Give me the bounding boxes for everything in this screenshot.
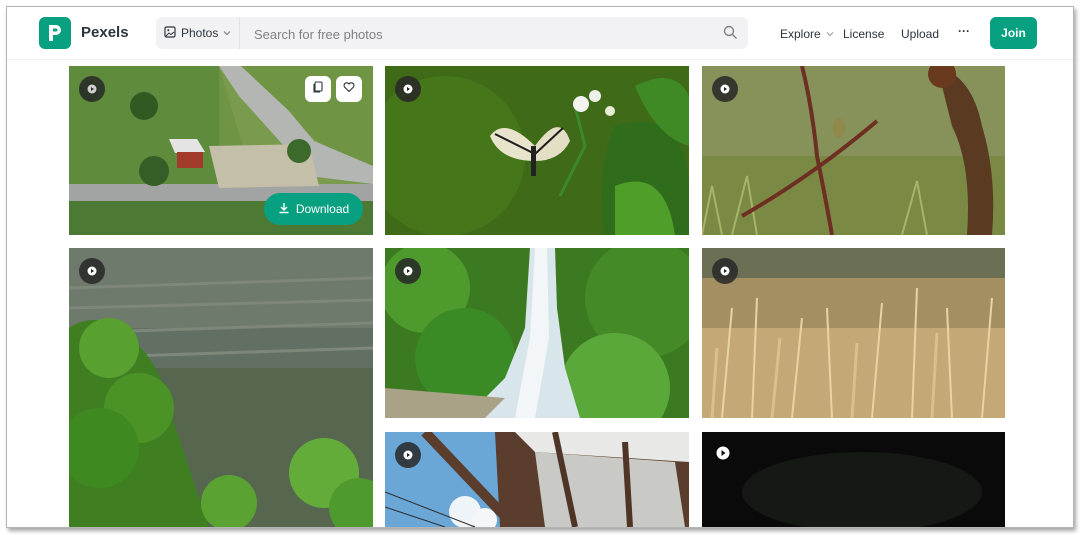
brand-name[interactable]: Pexels — [81, 24, 129, 41]
search-icon[interactable] — [723, 25, 738, 45]
chevron-down-icon — [826, 27, 834, 41]
gallery-tile[interactable] — [702, 248, 1005, 418]
download-button[interactable]: Download — [264, 193, 363, 225]
top-navbar: Pexels Photos Explore License U — [7, 7, 1073, 60]
download-icon — [278, 202, 290, 217]
tile-image — [702, 66, 1005, 235]
heart-icon — [343, 80, 355, 98]
nav-explore-label: Explore — [780, 27, 821, 41]
gallery-tile[interactable] — [69, 248, 373, 527]
play-icon — [395, 442, 421, 468]
chevron-down-icon — [223, 26, 231, 40]
image-icon — [164, 25, 176, 41]
search-input[interactable] — [246, 17, 716, 51]
tile-image — [702, 432, 1005, 527]
play-icon — [79, 258, 105, 284]
nav-upload[interactable]: Upload — [901, 27, 939, 41]
tile-image — [385, 432, 689, 527]
play-icon — [712, 258, 738, 284]
gallery-tile[interactable] — [385, 248, 689, 418]
collection-icon — [312, 80, 324, 98]
tile-image — [385, 66, 689, 235]
more-menu-button[interactable]: ··· — [958, 24, 970, 38]
browser-frame: Pexels Photos Explore License U — [6, 6, 1074, 528]
play-icon — [395, 76, 421, 102]
gallery-tile[interactable] — [385, 66, 689, 235]
gallery-tile[interactable]: Download — [69, 66, 373, 235]
like-button[interactable] — [336, 76, 362, 102]
tile-image — [385, 248, 689, 418]
play-icon — [716, 446, 730, 465]
play-icon — [712, 76, 738, 102]
nav-explore[interactable]: Explore — [780, 27, 834, 41]
search-type-label: Photos — [181, 26, 219, 40]
tile-image — [702, 248, 1005, 418]
gallery-tile[interactable] — [702, 66, 1005, 235]
collect-button[interactable] — [305, 76, 331, 102]
pexels-logo-icon[interactable] — [39, 17, 71, 49]
download-label: Download — [295, 202, 350, 216]
search-type-dropdown[interactable]: Photos — [156, 17, 240, 49]
search-bar: Photos — [156, 17, 748, 51]
play-icon — [79, 76, 105, 102]
gallery-tile[interactable] — [385, 432, 689, 527]
tile-image — [69, 248, 373, 527]
nav-license[interactable]: License — [843, 27, 884, 41]
gallery-tile[interactable] — [702, 432, 1005, 527]
join-button[interactable]: Join — [990, 17, 1037, 49]
play-icon — [395, 258, 421, 284]
